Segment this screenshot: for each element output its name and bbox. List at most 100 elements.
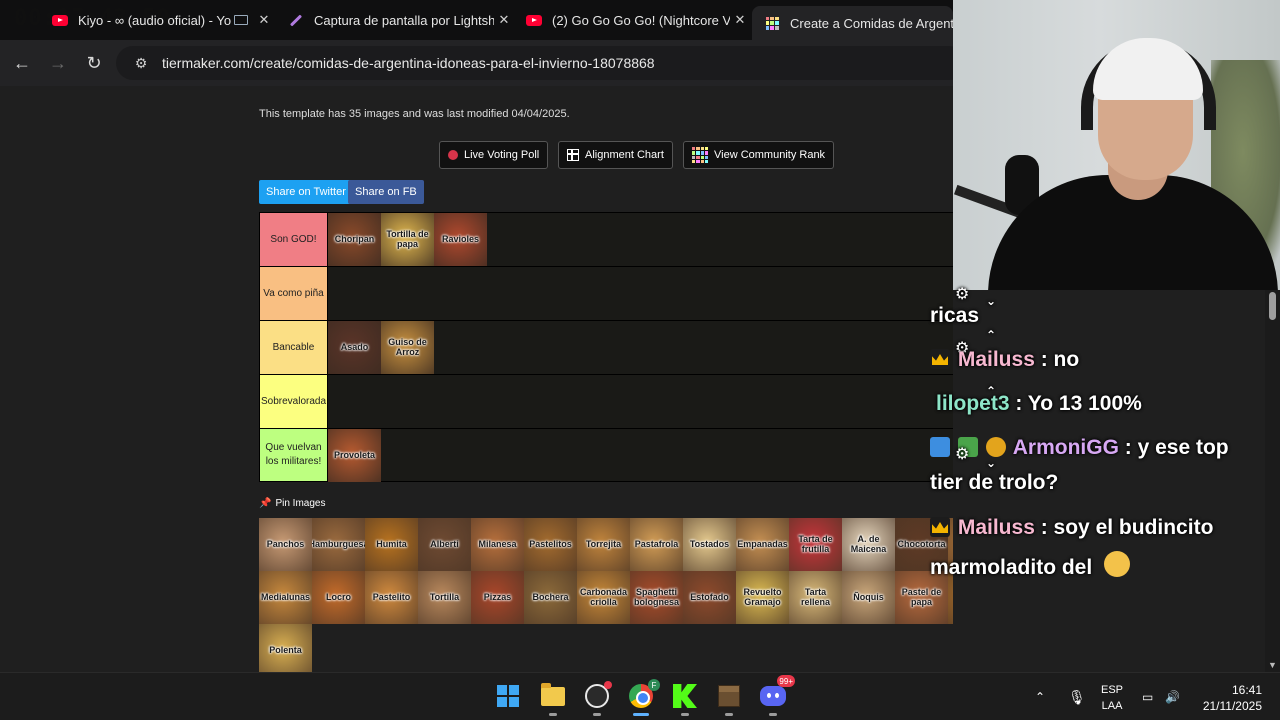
minecraft-icon[interactable] bbox=[714, 681, 744, 716]
kick-icon[interactable] bbox=[670, 681, 700, 716]
food-image-card[interactable]: Torrejita bbox=[577, 518, 630, 571]
webcam-overlay bbox=[953, 0, 1280, 290]
tier-list: Son GOD! Choripan Tortilla de papa Ravioles… bbox=[259, 212, 953, 482]
network-icon[interactable]: ▭ bbox=[1142, 673, 1153, 720]
tier-label[interactable]: Que vuelvan los militares! bbox=[260, 429, 328, 481]
food-image-card[interactable]: Guiso de Arroz bbox=[381, 321, 434, 374]
chat-text: : soy el budincito bbox=[1040, 516, 1214, 539]
tab-tiermaker[interactable]: Create a Comidas de Argentina bbox=[752, 6, 953, 40]
discord-icon[interactable]: 99+ bbox=[758, 675, 795, 716]
food-image-card[interactable]: Tarta rellena bbox=[789, 571, 842, 624]
community-rank-button[interactable]: View Community Rank bbox=[683, 141, 835, 169]
chevron-up-icon[interactable]: ⌃ bbox=[986, 328, 996, 342]
reload-icon[interactable]: ↻ bbox=[76, 45, 112, 81]
volume-icon[interactable]: 🔊 bbox=[1165, 673, 1180, 720]
template-info: This template has 35 images and was last… bbox=[259, 108, 570, 120]
tier-label[interactable]: Sobrevalorada bbox=[260, 375, 328, 428]
food-image-card[interactable]: Estofado bbox=[683, 571, 736, 624]
scroll-thumb[interactable] bbox=[1269, 292, 1276, 320]
food-label: Locro bbox=[325, 591, 351, 602]
food-label: Chocotorta bbox=[897, 538, 946, 549]
gear-icon[interactable]: ⚙ bbox=[955, 444, 969, 464]
tab-youtube-nightcore[interactable]: (2) Go Go Go Go! (Nightcore Ve ✕ bbox=[514, 6, 750, 34]
chevron-down-icon[interactable]: ⌄ bbox=[986, 456, 996, 470]
food-label: Estofado bbox=[690, 591, 729, 602]
food-label: Tostados bbox=[689, 538, 730, 549]
close-tab-icon[interactable]: ✕ bbox=[254, 12, 274, 28]
chevron-down-icon[interactable]: ⌄ bbox=[986, 294, 996, 308]
chat-message: Mailuss : soy el budincito bbox=[930, 516, 1213, 540]
scroll-down-icon[interactable]: ▼ bbox=[1268, 660, 1277, 670]
food-image-card[interactable]: Panchos bbox=[259, 518, 312, 571]
forward-arrow-icon[interactable]: → bbox=[40, 45, 76, 81]
browser-toolbar: ← → ↻ ⚙ tiermaker.com/create/comidas-de-… bbox=[0, 40, 966, 86]
food-image-card[interactable]: Tarta de frutilla bbox=[789, 518, 842, 571]
food-image-card[interactable]: Alberti bbox=[418, 518, 471, 571]
food-label: Pastafrola bbox=[634, 538, 679, 549]
back-arrow-icon[interactable]: ← bbox=[4, 45, 40, 81]
windows-start-icon[interactable] bbox=[493, 681, 523, 711]
microphone-icon[interactable]: 🎙 bbox=[1068, 673, 1086, 720]
language-indicator[interactable]: ESP LAA bbox=[1101, 682, 1123, 714]
food-image-card[interactable]: Pastelitos bbox=[524, 518, 577, 571]
food-label: Pastelitos bbox=[529, 538, 572, 549]
food-image-card[interactable]: Medialunas bbox=[259, 571, 312, 624]
close-tab-icon[interactable]: ✕ bbox=[494, 12, 514, 28]
obs-icon[interactable] bbox=[582, 681, 612, 716]
share-twitter-button[interactable]: Share on Twitter bbox=[259, 180, 353, 204]
food-image-card[interactable]: Revuelto Gramajo bbox=[736, 571, 789, 624]
food-image-card[interactable]: Choripan bbox=[328, 213, 381, 266]
food-label: Tarta rellena bbox=[800, 587, 831, 607]
image-pool: Panchos Hamburguesa Humita Alberti Milanesa P… bbox=[259, 518, 953, 672]
food-image-card[interactable]: Milanesa bbox=[471, 518, 524, 571]
tab-strip: 00:17:43.50 Kiyo - ∞ (audio oficial) - Y… bbox=[0, 0, 953, 40]
food-image-card[interactable]: Pastafrola bbox=[630, 518, 683, 571]
system-clock[interactable]: 16:41 21/11/2025 bbox=[1203, 682, 1262, 714]
food-label: Bochera bbox=[532, 591, 569, 602]
chat-text: : y ese top bbox=[1124, 436, 1229, 459]
tier-label[interactable]: Bancable bbox=[260, 321, 328, 374]
tab-lightshot[interactable]: Captura de pantalla por Lightsh ✕ bbox=[276, 6, 514, 34]
food-image-card[interactable]: Pastelito bbox=[365, 571, 418, 624]
chat-message-continued: tier de trolo? bbox=[930, 471, 1059, 494]
tier-label[interactable]: Son GOD! bbox=[260, 213, 328, 266]
close-tab-icon[interactable]: ✕ bbox=[730, 12, 750, 28]
clock-date: 21/11/2025 bbox=[1202, 699, 1262, 713]
address-bar[interactable]: ⚙ tiermaker.com/create/comidas-de-argent… bbox=[116, 46, 966, 80]
food-image-card[interactable]: Pizzas bbox=[471, 571, 524, 624]
food-image-card[interactable]: Polenta bbox=[259, 624, 312, 672]
food-image-card[interactable]: Empanadas bbox=[736, 518, 789, 571]
chat-text: : Yo 13 100% bbox=[1015, 392, 1142, 415]
food-image-card[interactable]: Humita bbox=[365, 518, 418, 571]
alignment-chart-button[interactable]: Alignment Chart bbox=[558, 141, 673, 169]
food-label: Tortilla bbox=[429, 591, 460, 602]
food-image-card[interactable]: Ñoquis bbox=[842, 571, 895, 624]
live-voting-label: Live Voting Poll bbox=[464, 149, 540, 161]
food-image-card[interactable]: Locro bbox=[312, 571, 365, 624]
food-label: Torrejita bbox=[585, 538, 622, 549]
food-image-card[interactable]: Asado bbox=[328, 321, 381, 374]
food-image-card[interactable]: Provoleta bbox=[328, 429, 381, 482]
food-image-card[interactable]: Tortilla de papa bbox=[381, 213, 434, 266]
file-explorer-icon[interactable] bbox=[538, 681, 568, 716]
gear-icon[interactable]: ⚙ bbox=[955, 284, 969, 304]
share-fb-button[interactable]: Share on FB bbox=[348, 180, 424, 204]
tier-label[interactable]: Va como piña bbox=[260, 267, 328, 320]
chrome-icon[interactable]: F bbox=[626, 679, 660, 716]
food-label: Alberti bbox=[430, 538, 459, 549]
food-image-card[interactable]: Spaghetti bolognesa bbox=[630, 571, 683, 624]
food-label: Guiso de Arroz bbox=[388, 337, 427, 357]
food-image-card[interactable]: Tostados bbox=[683, 518, 736, 571]
food-image-card[interactable]: Ravioles bbox=[434, 213, 487, 266]
grid-icon bbox=[567, 149, 579, 161]
food-image-card[interactable]: A. de Maicena bbox=[842, 518, 895, 571]
site-info-icon[interactable]: ⚙ bbox=[126, 55, 156, 72]
tab-youtube-kiyo[interactable]: Kiyo - ∞ (audio oficial) - Yo ✕ bbox=[40, 6, 274, 34]
food-image-card[interactable]: Carbonada criolla bbox=[577, 571, 630, 624]
live-voting-button[interactable]: Live Voting Poll bbox=[439, 141, 549, 169]
chat-scrollbar[interactable]: ▼ bbox=[1265, 290, 1280, 672]
food-image-card[interactable]: Hamburguesa bbox=[312, 518, 365, 571]
food-image-card[interactable]: Bochera bbox=[524, 571, 577, 624]
chevron-up-icon[interactable]: ⌃ bbox=[1035, 673, 1045, 720]
food-image-card[interactable]: Tortilla bbox=[418, 571, 471, 624]
